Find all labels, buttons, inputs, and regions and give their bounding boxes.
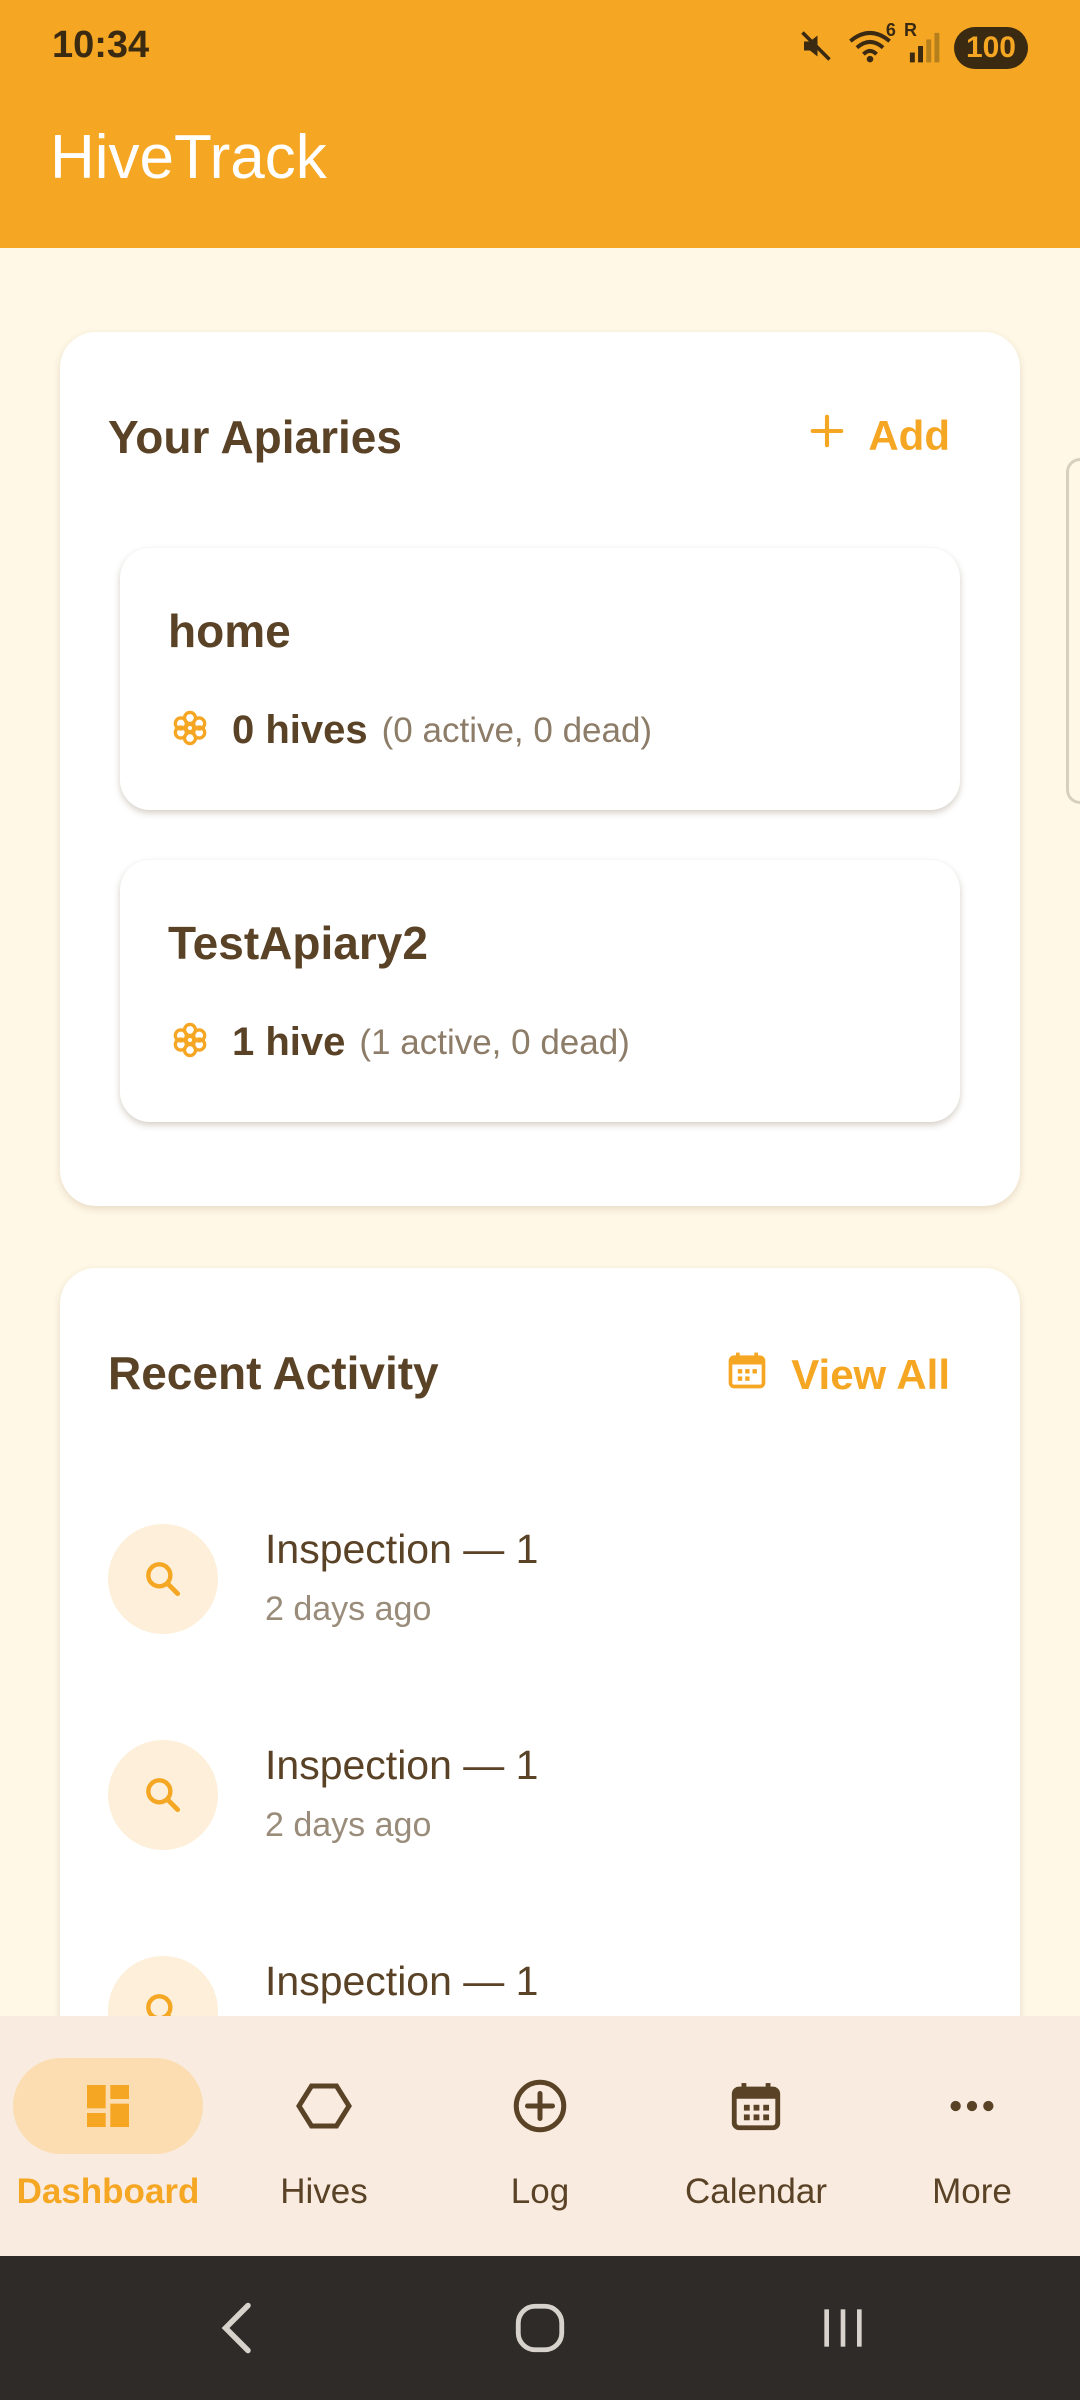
activity-title: Inspection — 1 bbox=[265, 1742, 539, 1788]
mute-icon bbox=[798, 28, 834, 69]
back-icon[interactable] bbox=[198, 2288, 278, 2368]
add-apiary-button[interactable]: Add bbox=[808, 412, 950, 460]
apiary-hive-count: 0 hives bbox=[232, 708, 368, 752]
view-all-label: View All bbox=[791, 1351, 950, 1398]
nav-calendar[interactable]: Calendar bbox=[656, 2058, 856, 2228]
nav-label: Log bbox=[510, 2172, 570, 2211]
nav-label: More bbox=[932, 2172, 1012, 2211]
add-label: Add bbox=[868, 412, 950, 459]
hive-icon bbox=[168, 1018, 212, 1067]
status-icons: 6 R 100 bbox=[798, 20, 1028, 70]
plus-icon bbox=[808, 412, 846, 460]
nav-dashboard[interactable]: Dashboard bbox=[8, 2058, 208, 2228]
nav-more[interactable]: More bbox=[872, 2058, 1072, 2228]
app-header: 10:34 6 R 100 HiveTrack bbox=[0, 0, 1080, 248]
search-icon bbox=[108, 1524, 218, 1634]
signal-icon: R bbox=[904, 20, 940, 69]
activity-item[interactable]: Inspection — 1 2 days ago bbox=[108, 1524, 968, 1634]
nav-label: Calendar bbox=[684, 2172, 828, 2211]
recent-activity-title: Recent Activity bbox=[108, 1347, 439, 1399]
dashboard-icon bbox=[13, 2058, 203, 2154]
battery-icon: 100 bbox=[953, 27, 1028, 69]
home-icon[interactable] bbox=[500, 2288, 580, 2368]
apiary-stats: 1 hive (1 active, 0 dead) bbox=[168, 1018, 630, 1067]
activity-title: Inspection — 1 bbox=[265, 1526, 539, 1572]
apiary-item-testapiary2[interactable]: TestApiary2 1 hive (1 active, 0 dead) bbox=[120, 860, 960, 1122]
add-circle-icon bbox=[445, 2058, 635, 2154]
hexagon-icon bbox=[229, 2058, 419, 2154]
search-icon bbox=[108, 1740, 218, 1850]
nav-hives[interactable]: Hives bbox=[224, 2058, 424, 2228]
apiary-hive-detail: (1 active, 0 dead) bbox=[359, 1022, 630, 1062]
more-icon bbox=[877, 2058, 1067, 2154]
system-navigation-bar bbox=[0, 2256, 1080, 2400]
calendar-icon bbox=[725, 1348, 769, 1402]
status-time: 10:34 bbox=[52, 24, 150, 66]
calendar-icon bbox=[661, 2058, 851, 2154]
activity-time: 2 days ago bbox=[265, 1806, 432, 1844]
activity-title: Inspection — 1 bbox=[265, 1958, 539, 2004]
signal-label: R bbox=[903, 19, 917, 40]
apiaries-title: Your Apiaries bbox=[108, 411, 402, 463]
apiary-stats: 0 hives (0 active, 0 dead) bbox=[168, 706, 652, 755]
apiary-hive-count: 1 hive bbox=[232, 1020, 346, 1064]
nav-log[interactable]: Log bbox=[440, 2058, 640, 2228]
nav-label: Hives bbox=[280, 2172, 368, 2211]
apiary-name: home bbox=[168, 605, 291, 657]
activity-item[interactable]: Inspection — 1 2 days ago bbox=[108, 1740, 968, 1850]
nav-label: Dashboard bbox=[16, 2172, 200, 2211]
app-title: HiveTrack bbox=[50, 123, 327, 192]
view-all-button[interactable]: View All bbox=[725, 1348, 950, 1402]
apiary-item-home[interactable]: home 0 hives (0 active, 0 dead) bbox=[120, 548, 960, 810]
bottom-navigation: Dashboard Hives Log Calendar More bbox=[0, 2016, 1080, 2256]
apiary-name: TestApiary2 bbox=[168, 917, 428, 969]
wifi-icon: 6 bbox=[848, 20, 896, 69]
apiaries-card: Your Apiaries Add home 0 hives (0 active… bbox=[60, 332, 1020, 1206]
recents-icon[interactable] bbox=[803, 2288, 883, 2368]
edge-panel-handle[interactable] bbox=[1066, 458, 1080, 804]
activity-time: 2 days ago bbox=[265, 1590, 432, 1628]
apiary-hive-detail: (0 active, 0 dead) bbox=[381, 710, 653, 750]
hive-icon bbox=[168, 706, 212, 755]
wifi-label: 6 bbox=[885, 19, 896, 40]
